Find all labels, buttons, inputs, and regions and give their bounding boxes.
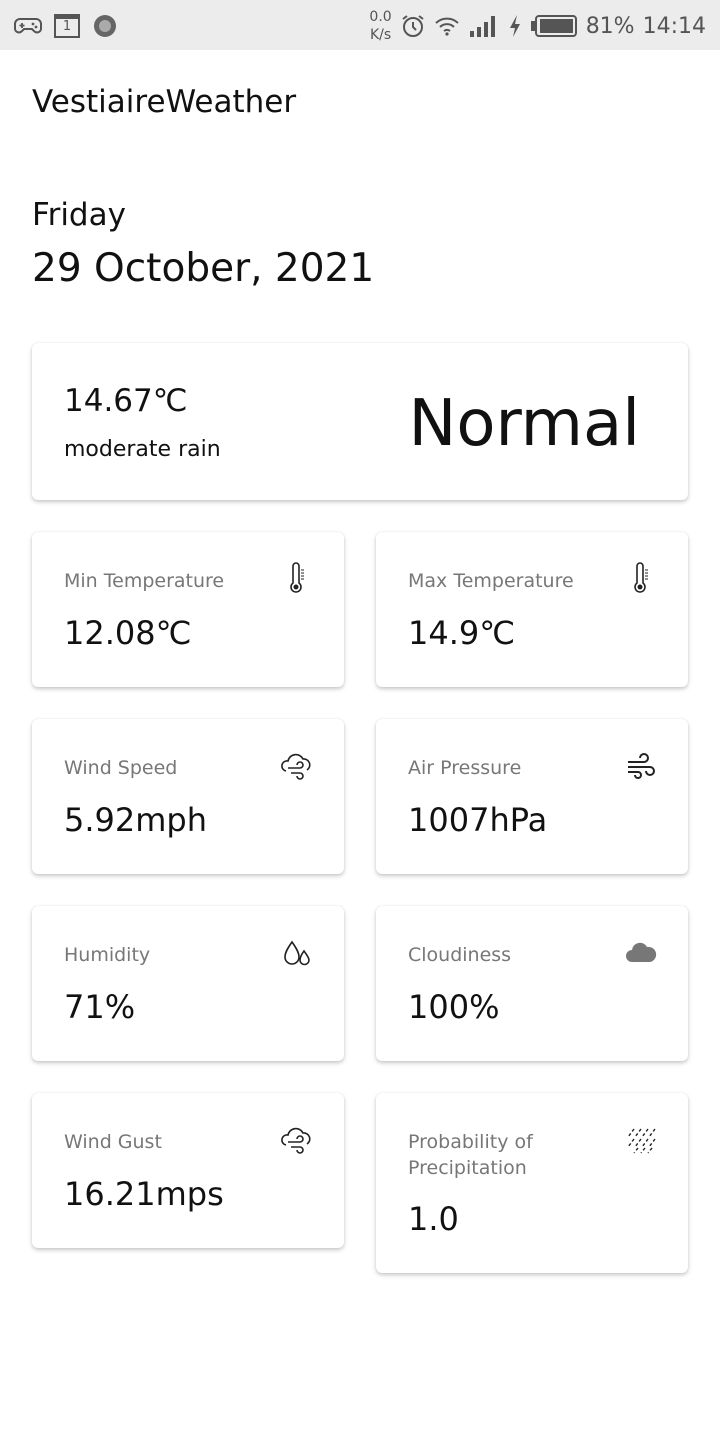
wind-gust-tile: Wind Gust 16.21mps bbox=[32, 1093, 344, 1248]
status-bar: 1 0.0 K/s 81% 14:14 bbox=[0, 0, 720, 50]
status-bar-right: 0.0 K/s 81% 14:14 bbox=[369, 4, 706, 48]
wind-speed-tile: Wind Speed 5.92mph bbox=[32, 719, 344, 874]
tile-value: 16.21mps bbox=[64, 1175, 224, 1213]
tile-value: 14.9℃ bbox=[408, 614, 516, 652]
wind-cloud-icon bbox=[281, 753, 311, 780]
tile-label: Air Pressure bbox=[408, 757, 522, 779]
min-temperature-tile: Min Temperature 12.08℃ bbox=[32, 532, 344, 687]
battery-percent: 81% bbox=[585, 13, 635, 39]
precipitation-probability-tile: Probability of Precipitation 1.0 bbox=[376, 1093, 688, 1273]
weather-description: moderate rain bbox=[64, 437, 221, 462]
wifi-icon bbox=[435, 17, 459, 36]
max-temperature-tile: Max Temperature 14.9℃ bbox=[376, 532, 688, 687]
cloud-icon bbox=[626, 942, 657, 962]
battery-icon bbox=[530, 15, 577, 37]
full-date: 29 October, 2021 bbox=[32, 246, 375, 291]
weather-status: Normal bbox=[408, 387, 640, 461]
day-of-week: Friday bbox=[32, 197, 126, 233]
gamepad-icon bbox=[14, 18, 42, 34]
alarm-icon bbox=[402, 15, 424, 37]
tile-label: Min Temperature bbox=[64, 570, 225, 592]
current-weather-card: 14.67℃ moderate rain Normal bbox=[32, 343, 688, 500]
rain-icon bbox=[627, 1128, 656, 1154]
tile-value: 12.08℃ bbox=[64, 614, 192, 652]
thermometer-icon bbox=[290, 562, 304, 593]
network-speed-unit: K/s bbox=[369, 27, 392, 43]
tile-label: Humidity bbox=[64, 944, 151, 966]
signal-icon bbox=[469, 16, 495, 37]
tile-value: 5.92mph bbox=[64, 801, 208, 839]
air-pressure-tile: Air Pressure 1007hPa bbox=[376, 719, 688, 874]
status-bar-left: 1 bbox=[14, 12, 118, 40]
tile-value: 71% bbox=[64, 988, 136, 1026]
cloudiness-tile: Cloudiness 100% bbox=[376, 906, 688, 1061]
app-title: VestiaireWeather bbox=[32, 84, 297, 120]
clock: 14:14 bbox=[642, 13, 706, 39]
charging-icon bbox=[509, 15, 520, 37]
droplets-icon bbox=[284, 940, 310, 966]
tile-label: Wind Gust bbox=[64, 1131, 162, 1153]
wind-cloud-icon bbox=[281, 1127, 311, 1154]
tile-value: 1007hPa bbox=[408, 801, 548, 839]
wind-icon bbox=[628, 753, 655, 779]
tile-label: Wind Speed bbox=[64, 757, 178, 779]
humidity-tile: Humidity 71% bbox=[32, 906, 344, 1061]
network-speed: 0.0 K/s bbox=[369, 8, 391, 44]
tile-value: 1.0 bbox=[408, 1200, 459, 1238]
record-icon bbox=[94, 15, 116, 37]
tile-label: Max Temperature bbox=[408, 570, 574, 592]
calendar-day: 1 bbox=[62, 19, 72, 34]
tile-value: 100% bbox=[408, 988, 500, 1026]
tile-label: Probability of Precipitation bbox=[408, 1131, 533, 1179]
network-speed-value: 0.0 bbox=[369, 9, 392, 25]
calendar-icon: 1 bbox=[54, 14, 80, 38]
current-temperature: 14.67℃ bbox=[64, 383, 188, 419]
tile-label: Cloudiness bbox=[408, 944, 512, 966]
thermometer-icon bbox=[634, 562, 648, 593]
